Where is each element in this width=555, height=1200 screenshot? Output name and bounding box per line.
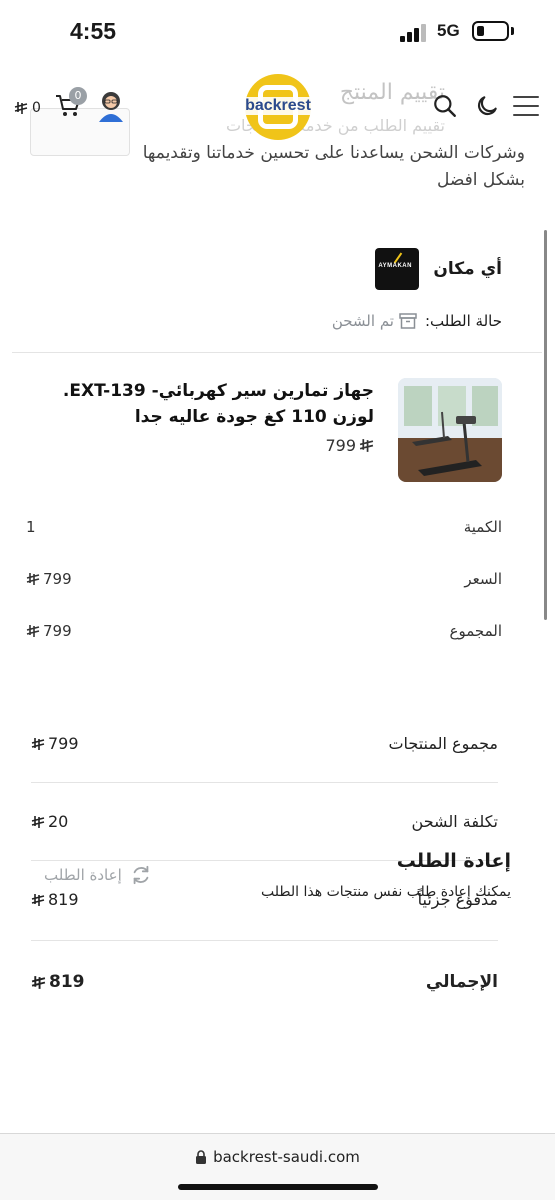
product-price-value: 799: [325, 436, 356, 455]
quantity-label: الكمية: [463, 518, 502, 536]
url-display[interactable]: backrest-saudi.com: [0, 1148, 555, 1166]
lock-icon: [196, 1150, 207, 1164]
summary-shipping-row: تكلفة الشحن 20: [31, 812, 498, 831]
order-status-label: حالة الطلب:: [424, 312, 502, 330]
treadmill-image: [398, 378, 502, 482]
summary-shipping-number: 20: [48, 812, 69, 831]
status-time: 4:55: [70, 18, 117, 44]
riyal-icon: [31, 893, 45, 906]
order-status-text: تم الشحن: [331, 312, 394, 330]
summary-total-value: 819: [31, 972, 85, 992]
quantity-value: 1: [26, 518, 36, 536]
summary-total-number: 819: [49, 972, 85, 992]
cart-total[interactable]: 0: [14, 100, 41, 116]
order-status-value: تم الشحن: [332, 312, 417, 330]
summary-partial-value: 819: [31, 890, 79, 909]
url-text: backrest-saudi.com: [213, 1148, 360, 1166]
quantity-row: الكمية 1: [26, 518, 502, 536]
battery-tip: [511, 27, 514, 35]
carrier-logo: AYMAKAN: [375, 248, 420, 290]
subtotal-label: المجموع: [449, 622, 502, 640]
price-value: 799: [26, 570, 72, 588]
riyal-icon: [14, 102, 28, 114]
home-indicator[interactable]: [178, 1184, 378, 1190]
battery-icon: [472, 21, 509, 41]
riyal-icon: [359, 439, 374, 452]
box-icon: [399, 313, 417, 329]
search-icon[interactable]: [432, 93, 458, 119]
summary-partial-number: 819: [48, 890, 79, 909]
product-price: 799: [325, 436, 374, 455]
summary-shipping-value: 20: [31, 812, 68, 831]
carrier-name: أي مكان: [433, 259, 502, 279]
summary-products-number: 799: [48, 734, 79, 753]
product-name[interactable]: جهاز تمارين سير كهربائي- EXT-139. لوزن 1…: [29, 378, 374, 430]
summary-products-label: مجموع المنتجات: [388, 734, 498, 753]
price-value-number: 799: [43, 570, 72, 588]
reorder-description: يمكنك إعادة طلب نفس منتجات هذا الطلب: [261, 884, 511, 900]
summary-products-value: 799: [31, 734, 79, 753]
cart-total-value: 0: [32, 100, 41, 116]
divider: [31, 940, 498, 941]
logo-text: backrest: [240, 97, 316, 115]
order-status: حالة الطلب: تم الشحن: [332, 312, 502, 330]
riyal-icon: [31, 737, 45, 750]
riyal-icon: [26, 573, 40, 585]
riyal-icon: [31, 975, 46, 989]
product-image[interactable]: [398, 378, 502, 482]
avatar[interactable]: [97, 90, 125, 122]
refresh-icon: [133, 865, 149, 885]
divider: [12, 352, 542, 353]
moon-icon[interactable]: [474, 93, 500, 119]
riyal-icon: [26, 625, 40, 637]
price-label: السعر: [464, 570, 502, 588]
network-label: 5G: [437, 21, 460, 40]
cart-count-badge: 0: [69, 87, 87, 105]
background-rating-title: تقييم المنتج: [339, 80, 445, 105]
summary-products-row: مجموع المنتجات 799: [31, 734, 498, 753]
subtotal-value-number: 799: [43, 622, 72, 640]
summary-shipping-label: تكلفة الشحن: [411, 812, 498, 831]
reorder-title: إعادة الطلب: [396, 850, 511, 872]
menu-icon[interactable]: [513, 96, 539, 123]
scrollbar[interactable]: [544, 230, 547, 620]
signal-icon: [400, 24, 428, 42]
divider: [31, 782, 498, 783]
browser-url-bar[interactable]: backrest-saudi.com: [0, 1133, 555, 1200]
carrier-logo-text: AYMAKAN: [378, 263, 412, 269]
price-row: السعر 799: [26, 570, 502, 588]
site-header: تقييم المنتج تقييم الطلب من خدمة والمنتج…: [0, 66, 555, 156]
riyal-icon: [31, 815, 45, 828]
subtotal-value: 799: [26, 622, 72, 640]
subtotal-row: المجموع 799: [26, 622, 502, 640]
summary-total-row: الإجمالي 819: [31, 972, 498, 992]
reorder-button-label: إعادة الطلب: [44, 866, 122, 884]
status-bar: 4:55 5G: [0, 0, 555, 66]
reorder-button[interactable]: إعادة الطلب: [44, 864, 152, 886]
carrier-row: أي مكان AYMAKAN: [375, 248, 502, 290]
summary-total-label: الإجمالي: [425, 972, 498, 992]
